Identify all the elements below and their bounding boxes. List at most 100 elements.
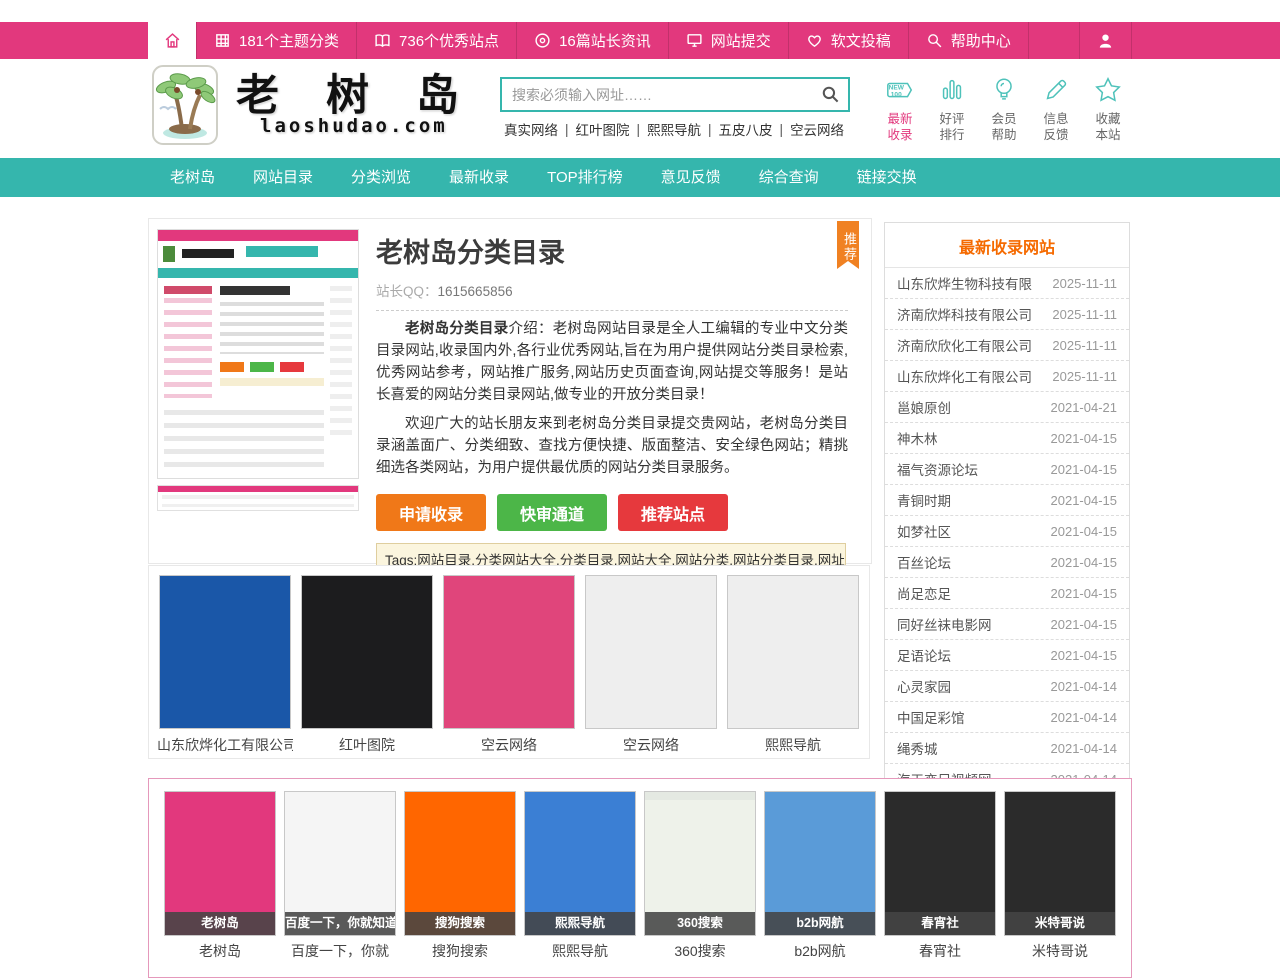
star-icon: [1093, 75, 1123, 105]
nav-item-7[interactable]: 链接交换: [841, 158, 933, 197]
nav-item-4[interactable]: TOP排行榜: [531, 158, 639, 197]
site-thumbnail[interactable]: [301, 575, 433, 729]
topbar-item-articles[interactable]: 软文投稿: [788, 22, 908, 59]
shortcut-2[interactable]: 会员帮助: [980, 75, 1028, 143]
nav-item-3[interactable]: 最新收录: [433, 158, 525, 197]
site-thumbnail[interactable]: 春宵社: [884, 791, 996, 936]
bottom-card-2: 搜狗搜索搜狗搜索: [404, 791, 516, 977]
apply-button[interactable]: 申请收录: [376, 494, 486, 531]
nav-item-5[interactable]: 意见反馈: [645, 158, 737, 197]
shortcut-1[interactable]: 好评排行: [928, 75, 976, 143]
latest-site-row[interactable]: 中国足彩馆2021-04-14: [885, 702, 1129, 733]
latest-site-row[interactable]: 济南欣烨科技有限公司2025-11-11: [885, 299, 1129, 330]
featured-card-1: 红叶图院: [299, 575, 435, 758]
nav-item-6[interactable]: 综合查询: [743, 158, 835, 197]
dashed-divider: [376, 310, 848, 311]
nav-item-0[interactable]: 老树岛: [154, 158, 231, 197]
site-name[interactable]: 红叶图院: [339, 735, 395, 755]
site-logo[interactable]: [152, 65, 218, 145]
latest-site-row[interactable]: 心灵家园2021-04-14: [885, 671, 1129, 702]
nav-item-1[interactable]: 网站目录: [237, 158, 329, 197]
latest-site-row[interactable]: 山东欣烨化工有限公司2025-11-11: [885, 361, 1129, 392]
site-date: 2025-11-11: [1052, 307, 1117, 322]
latest-site-row[interactable]: 百丝论坛2021-04-15: [885, 547, 1129, 578]
fast-review-button[interactable]: 快审通道: [497, 494, 607, 531]
latest-site-row[interactable]: 福气资源论坛2021-04-15: [885, 454, 1129, 485]
site-name[interactable]: 山东欣烨化工有限公司: [157, 735, 293, 755]
search-icon[interactable]: [812, 79, 848, 110]
topbar-item-sites[interactable]: 736个优秀站点: [356, 22, 516, 59]
site-thumbnail[interactable]: [727, 575, 859, 729]
logo-title[interactable]: 老树岛: [236, 61, 506, 123]
site-thumbnail[interactable]: 米特哥说: [1004, 791, 1116, 936]
recommend-button[interactable]: 推荐站点: [618, 494, 728, 531]
site-thumbnail[interactable]: [159, 575, 291, 729]
site-preview-thumbnail[interactable]: [157, 229, 359, 479]
shortcut-4[interactable]: 收藏本站: [1084, 75, 1132, 143]
search-input[interactable]: [502, 87, 812, 103]
topbar-item-home[interactable]: [148, 22, 196, 59]
latest-site-row[interactable]: 如梦社区2021-04-15: [885, 516, 1129, 547]
site-thumbnail[interactable]: 百度一下，你就知道: [284, 791, 396, 936]
site-name[interactable]: 空云网络: [481, 735, 537, 755]
quick-link-3[interactable]: 五皮八皮: [719, 119, 773, 139]
latest-site-row[interactable]: 同好丝袜电影网2021-04-15: [885, 609, 1129, 640]
topbar-item-help[interactable]: 帮助中心: [908, 22, 1028, 59]
site-name[interactable]: b2b网航: [794, 941, 845, 961]
site-thumbnail[interactable]: 熙熙导航: [524, 791, 636, 936]
bottom-card-1: 百度一下，你就知道百度一下，你就: [284, 791, 396, 977]
site-thumbnail[interactable]: 老树岛: [164, 791, 276, 936]
latest-site-row[interactable]: 尚足恋足2021-04-15: [885, 578, 1129, 609]
quick-link-2[interactable]: 熙熙导航: [647, 119, 701, 139]
monitor-icon: [686, 32, 703, 49]
intro-card: 推荐 老树岛分类目录 站长QQ：1615665856 老树岛分类目录介绍：老树岛…: [148, 218, 872, 564]
topbar-item-submit[interactable]: 网站提交: [668, 22, 788, 59]
site-name[interactable]: 米特哥说: [1032, 941, 1088, 961]
site-name[interactable]: 老树岛: [199, 941, 241, 961]
site-name: 足语论坛: [897, 645, 951, 665]
site-overlay-label: 熙熙导航: [525, 912, 635, 935]
site-name: 神木林: [897, 428, 938, 448]
topbar: 181个主题分类 736个优秀站点16篇站长资讯网站提交 软文投稿帮助中心: [0, 22, 1280, 59]
site-thumbnail[interactable]: [585, 575, 717, 729]
site-thumbnail[interactable]: 360搜索: [644, 791, 756, 936]
site-name[interactable]: 熙熙导航: [765, 735, 821, 755]
latest-site-row[interactable]: 绳秀城2021-04-14: [885, 733, 1129, 764]
latest-site-row[interactable]: 邕娘原创2021-04-21: [885, 392, 1129, 423]
topbar-item-user[interactable]: [1079, 22, 1132, 59]
site-name[interactable]: 熙熙导航: [552, 941, 608, 961]
site-name[interactable]: 360搜索: [674, 941, 725, 961]
latest-site-row[interactable]: 青铜时期2021-04-15: [885, 485, 1129, 516]
latest-site-row[interactable]: 神木林2021-04-15: [885, 423, 1129, 454]
site-thumbnail[interactable]: [443, 575, 575, 729]
quick-link-separator: |: [708, 122, 712, 137]
latest-site-row[interactable]: 济南欣欣化工有限公司2025-11-11: [885, 330, 1129, 361]
site-name[interactable]: 春宵社: [919, 941, 961, 961]
site-name[interactable]: 空云网络: [623, 735, 679, 755]
topbar-item-label: 181个主题分类: [239, 30, 339, 51]
shortcut-0[interactable]: NEW100最新收录: [876, 75, 924, 143]
quick-link-0[interactable]: 真实网络: [504, 119, 558, 139]
search-icon: [926, 32, 943, 49]
shortcut-label: 好评排行: [935, 111, 969, 143]
palm-tree-logo-icon: [152, 65, 218, 145]
webmaster-qq: 站长QQ：1615665856: [376, 280, 848, 300]
nav-item-2[interactable]: 分类浏览: [335, 158, 427, 197]
site-name[interactable]: 百度一下，你就: [291, 941, 389, 961]
latest-site-row[interactable]: 山东欣烨生物科技有限2025-11-11: [885, 268, 1129, 299]
quick-link-1[interactable]: 红叶图院: [576, 119, 630, 139]
latest-site-row[interactable]: 足语论坛2021-04-15: [885, 640, 1129, 671]
shortcut-3[interactable]: 信息反馈: [1032, 75, 1080, 143]
site-thumbnail[interactable]: b2b网航: [764, 791, 876, 936]
topbar-item-label: 软文投稿: [831, 30, 891, 51]
quick-link-4[interactable]: 空云网络: [790, 119, 844, 139]
topbar-item-categories[interactable]: 181个主题分类: [196, 22, 356, 59]
intro-paragraph-lead: 老树岛分类目录: [405, 321, 508, 337]
site-thumbnail[interactable]: 搜狗搜索: [404, 791, 516, 936]
book-icon: [374, 32, 391, 49]
site-overlay-label: 搜狗搜索: [405, 912, 515, 935]
topbar-item-news[interactable]: 16篇站长资讯: [516, 22, 668, 59]
site-name[interactable]: 搜狗搜索: [432, 941, 488, 961]
site-date: 2021-04-15: [1051, 462, 1118, 477]
site-name: 邕娘原创: [897, 397, 951, 417]
